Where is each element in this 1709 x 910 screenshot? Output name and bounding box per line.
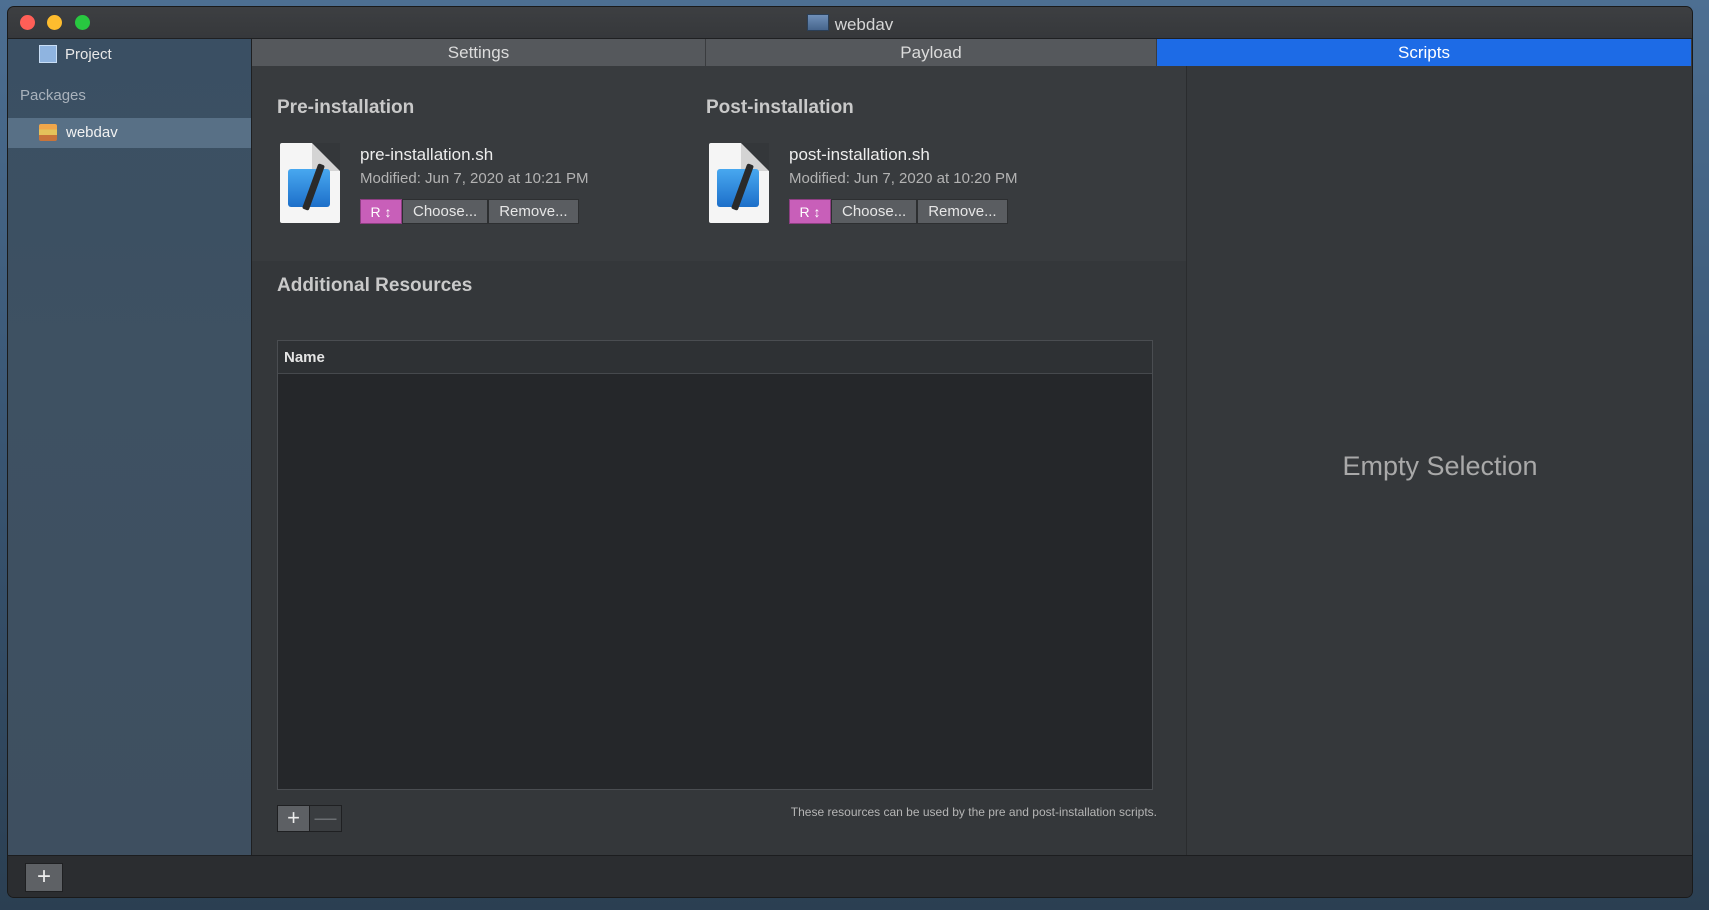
main-window: webdav Project Packages webdav Settings … (8, 7, 1692, 897)
pre-script-path-popup[interactable]: R ↕ (360, 199, 402, 224)
pre-script-modified: Modified: Jun 7, 2020 at 10:21 PM (360, 170, 589, 187)
table-header: Name (278, 341, 1152, 374)
pre-script-filename: pre-installation.sh (360, 145, 494, 164)
post-installation-script: post-installation.sh Modified: Jun 7, 20… (681, 143, 1101, 233)
scripts-panel: Pre-installation Post-installation pre-i… (252, 66, 1186, 261)
pre-script-choose-button[interactable]: Choose... (402, 199, 489, 224)
column-header-name[interactable]: Name (284, 349, 325, 366)
tab-payload[interactable]: Payload (706, 39, 1157, 66)
post-script-buttons: R ↕ Choose... Remove... (789, 199, 1008, 224)
sidebar-item-webdav[interactable]: webdav (8, 118, 251, 148)
resources-table[interactable]: Name (277, 340, 1153, 790)
add-package-button[interactable]: + (25, 863, 63, 892)
window-title: webdav (8, 14, 1692, 35)
pre-script-remove-button[interactable]: Remove... (488, 199, 579, 224)
post-script-modified: Modified: Jun 7, 2020 at 10:20 PM (789, 170, 1018, 187)
title-bar: webdav (8, 7, 1692, 39)
remove-resource-button[interactable]: — (309, 805, 342, 832)
tab-scripts[interactable]: Scripts (1157, 39, 1692, 66)
add-resource-button[interactable]: + (277, 805, 310, 832)
post-script-remove-button[interactable]: Remove... (917, 199, 1008, 224)
script-file-icon (709, 143, 769, 223)
scripts-main: Pre-installation Post-installation pre-i… (252, 66, 1186, 855)
bottom-bar: + (8, 855, 1692, 897)
post-script-path-popup[interactable]: R ↕ (789, 199, 831, 224)
sidebar-item-label: webdav (66, 124, 118, 141)
tab-bar: Settings Payload Scripts (252, 39, 1692, 66)
pre-script-buttons: R ↕ Choose... Remove... (360, 199, 579, 224)
post-script-choose-button[interactable]: Choose... (831, 199, 918, 224)
sidebar: Project Packages webdav (8, 39, 252, 855)
inspector-panel: Empty Selection (1186, 66, 1692, 855)
sidebar-item-project[interactable]: Project (39, 45, 112, 67)
post-installation-heading: Post-installation (706, 97, 854, 118)
resources-hint: These resources can be used by the pre a… (790, 805, 1157, 819)
project-icon (39, 45, 57, 63)
script-file-icon (280, 143, 340, 223)
sidebar-heading-packages: Packages (20, 87, 86, 104)
tab-settings[interactable]: Settings (252, 39, 706, 66)
document-icon (806, 14, 829, 31)
additional-resources-heading: Additional Resources (277, 275, 473, 296)
pre-installation-heading: Pre-installation (277, 97, 415, 118)
pre-installation-script: pre-installation.sh Modified: Jun 7, 202… (252, 143, 672, 233)
post-script-filename: post-installation.sh (789, 145, 930, 164)
package-icon (39, 124, 57, 141)
empty-selection-label: Empty Selection (1342, 451, 1538, 481)
